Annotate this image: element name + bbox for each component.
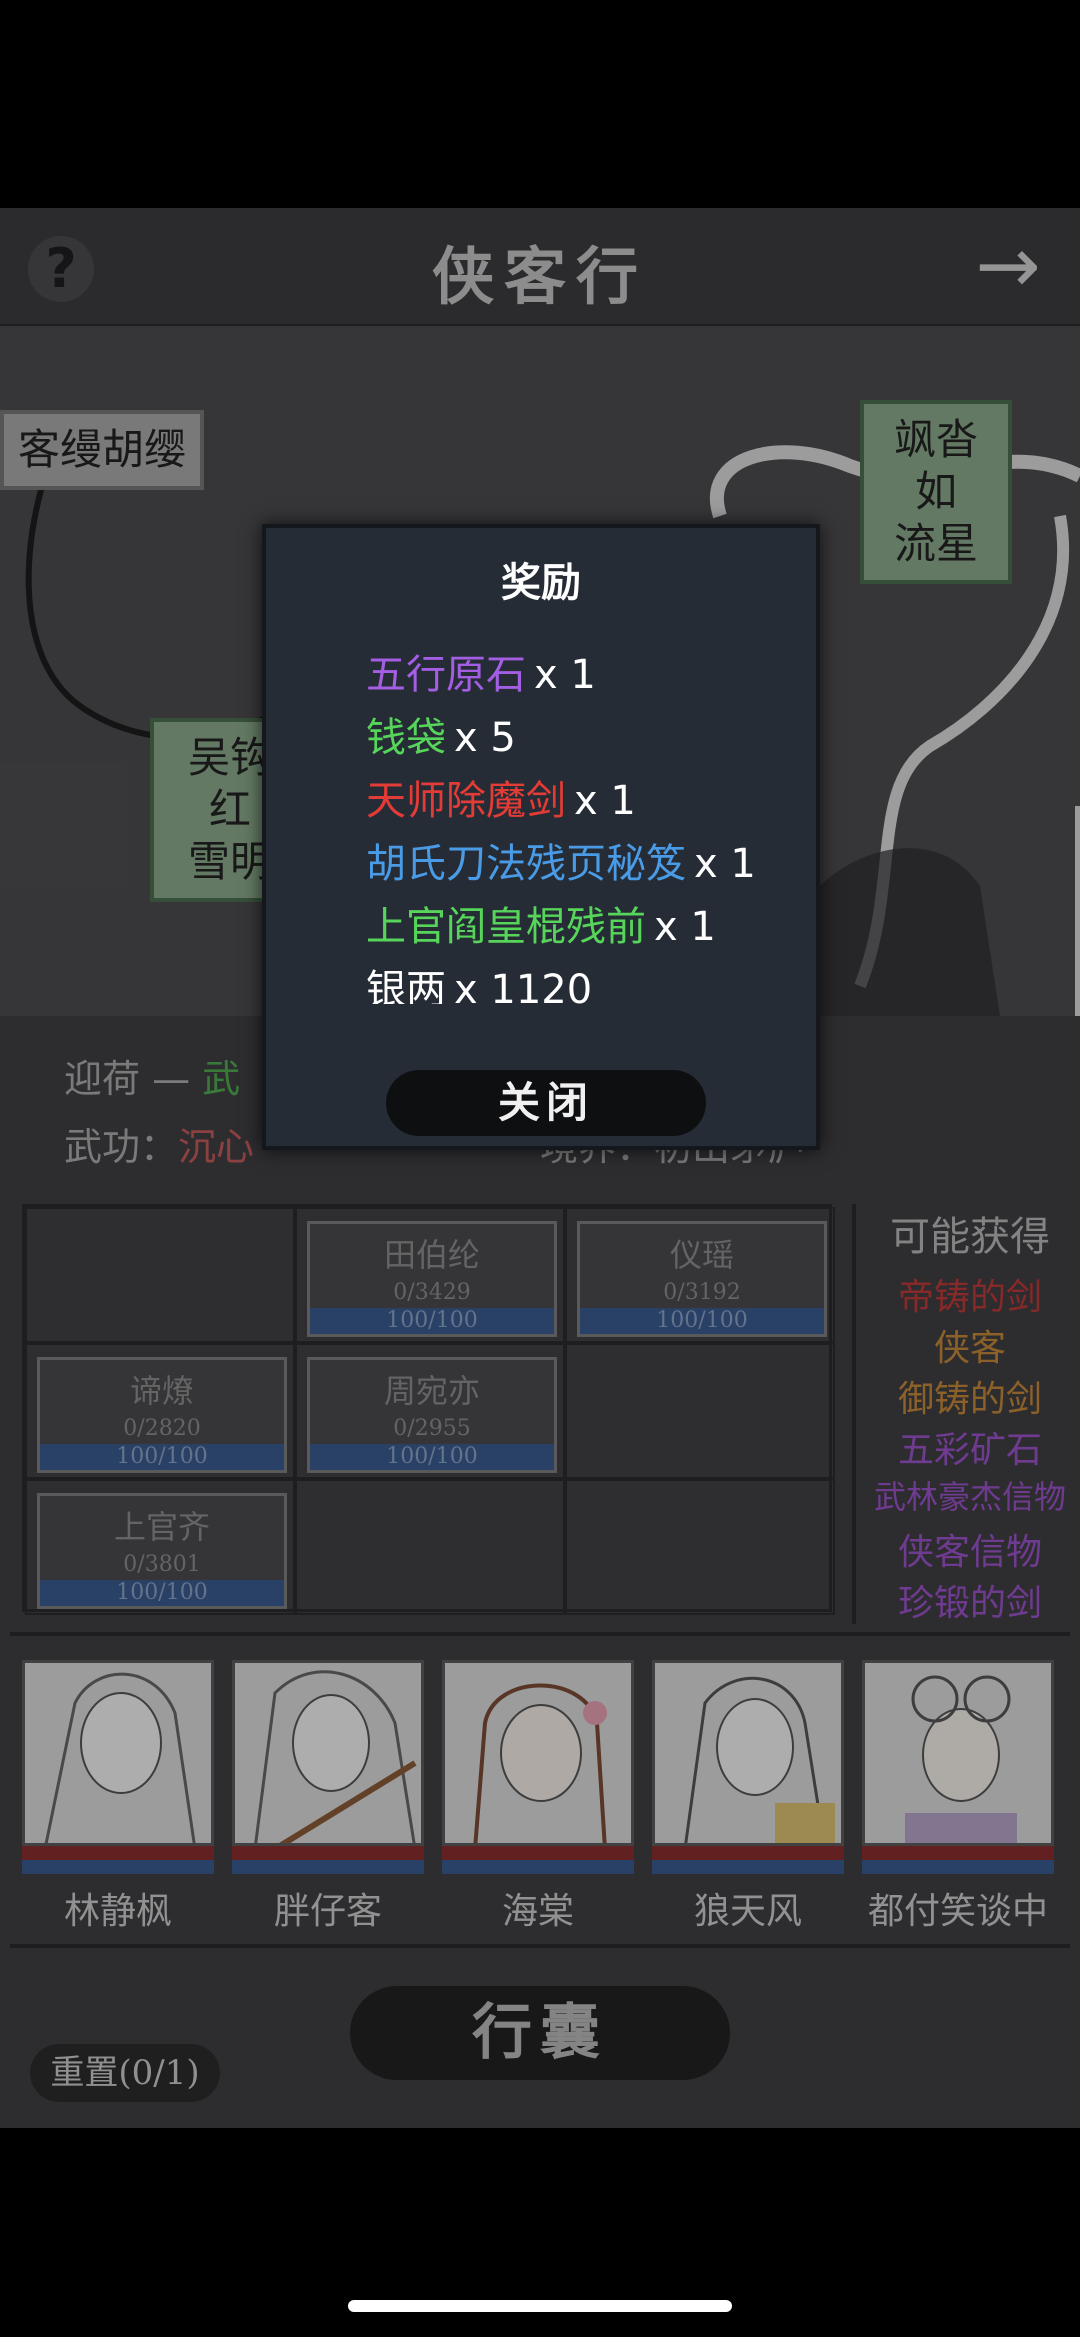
reward-item: 天师除魔剑 x 1 xyxy=(366,770,806,833)
reward-qty: x 1 xyxy=(574,778,636,824)
reward-qty: x 1 xyxy=(654,904,716,950)
reward-name: 胡氏刀法残页秘笈 xyxy=(366,841,686,887)
reward-name: 天师除魔剑 xyxy=(366,778,566,824)
reward-dialog: 奖励 五行原石 x 1 钱袋 x 5 天师除魔剑 x 1 胡氏刀法残页秘笈 x 1 上官… xyxy=(262,524,820,1150)
reward-qty: x 1120 xyxy=(454,967,593,1004)
reward-item: 钱袋 x 5 xyxy=(366,707,806,770)
reward-qty: x 1 xyxy=(534,652,596,698)
reward-name: 钱袋 xyxy=(366,715,446,761)
home-indicator[interactable] xyxy=(348,2300,732,2312)
reward-item: 五行原石 x 1 xyxy=(366,644,806,707)
reward-item: 胡氏刀法残页秘笈 x 1 xyxy=(366,833,806,896)
reward-item: 银两 x 1120 xyxy=(366,959,806,1004)
modal-overlay xyxy=(0,0,1080,2337)
reward-item: 上官阎皇棍残前 x 1 xyxy=(366,896,806,959)
reward-qty: x 5 xyxy=(454,715,516,761)
reward-qty: x 1 xyxy=(694,841,756,887)
reward-name: 五行原石 xyxy=(366,652,526,698)
close-button[interactable]: 关闭 xyxy=(386,1070,706,1136)
reward-name: 上官阎皇棍残前 xyxy=(366,904,646,950)
reward-name: 银两 xyxy=(366,967,446,1004)
reward-list[interactable]: 五行原石 x 1 钱袋 x 5 天师除魔剑 x 1 胡氏刀法残页秘笈 x 1 上官阎皇棍… xyxy=(366,644,806,1004)
dialog-title: 奖励 xyxy=(501,560,581,606)
